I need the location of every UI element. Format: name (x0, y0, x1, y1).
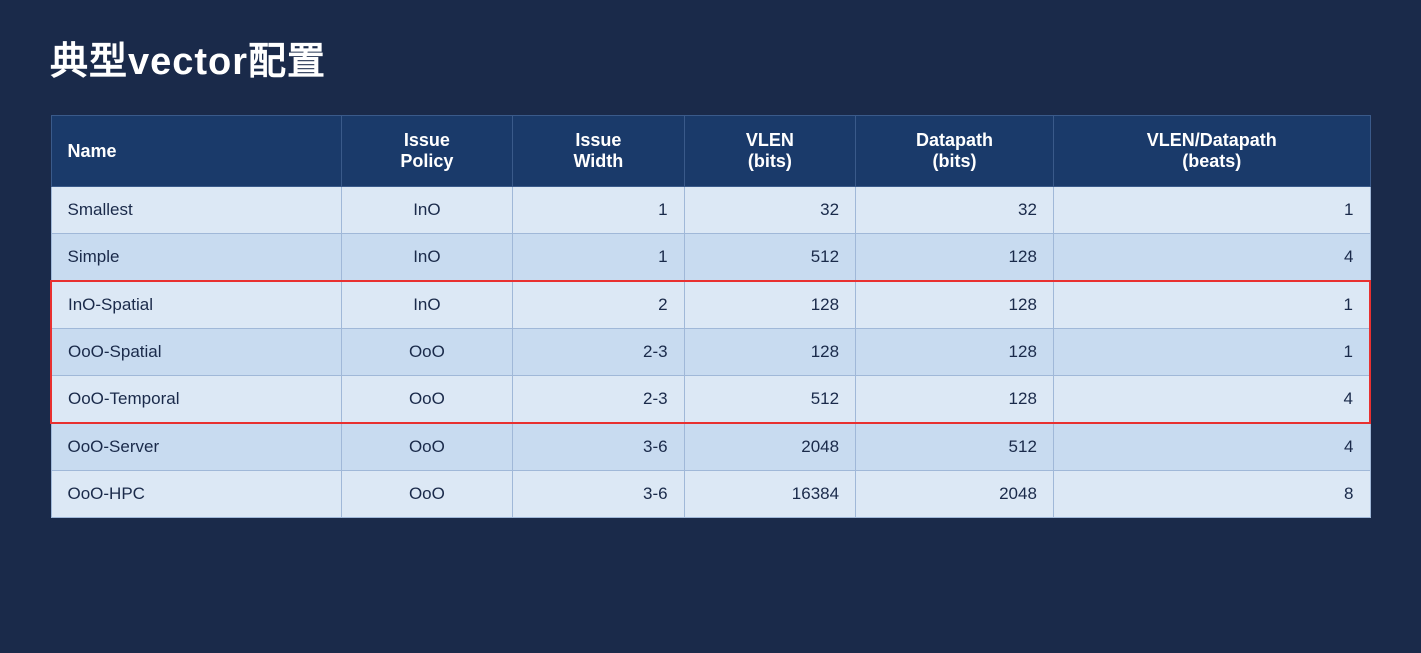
table-cell: 4 (1053, 234, 1370, 282)
table-cell: 128 (856, 281, 1054, 329)
table-cell: 1 (513, 234, 684, 282)
table-cell: OoO-Temporal (51, 376, 341, 424)
table-cell: OoO-Spatial (51, 329, 341, 376)
table-cell: Smallest (51, 187, 341, 234)
table-cell: 128 (856, 234, 1054, 282)
table-cell: InO (341, 281, 512, 329)
table-cell: 128 (856, 376, 1054, 424)
table-cell: 8 (1053, 471, 1370, 518)
table-cell: 1 (1053, 187, 1370, 234)
table-cell: 1 (1053, 281, 1370, 329)
table-row: OoO-HPCOoO3-61638420488 (51, 471, 1370, 518)
header-vlen: VLEN(bits) (684, 116, 855, 187)
table-cell: 512 (684, 234, 855, 282)
header-name: Name (51, 116, 341, 187)
table-cell: Simple (51, 234, 341, 282)
table-cell: OoO-Server (51, 423, 341, 471)
table-cell: OoO (341, 329, 512, 376)
table-cell: 3-6 (513, 471, 684, 518)
table-row: SimpleInO15121284 (51, 234, 1370, 282)
table-cell: 2-3 (513, 329, 684, 376)
table-cell: 3-6 (513, 423, 684, 471)
table-cell: 512 (856, 423, 1054, 471)
table-row: OoO-ServerOoO3-620485124 (51, 423, 1370, 471)
table-cell: 32 (684, 187, 855, 234)
table-row: SmallestInO132321 (51, 187, 1370, 234)
page-title: 典型vector配置 (50, 30, 1371, 85)
table-cell: 128 (684, 281, 855, 329)
table-cell: OoO (341, 423, 512, 471)
table-cell: 2-3 (513, 376, 684, 424)
table-cell: 512 (684, 376, 855, 424)
header-issue-policy: IssuePolicy (341, 116, 512, 187)
table-cell: 32 (856, 187, 1054, 234)
table-cell: 2 (513, 281, 684, 329)
table-cell: 2048 (684, 423, 855, 471)
table-cell: 128 (684, 329, 855, 376)
header-beats: VLEN/Datapath(beats) (1053, 116, 1370, 187)
config-table: Name IssuePolicy IssueWidth VLEN(bits) D… (50, 115, 1371, 518)
header-issue-width: IssueWidth (513, 116, 684, 187)
table-container: Name IssuePolicy IssueWidth VLEN(bits) D… (50, 115, 1371, 623)
table-cell: 1 (513, 187, 684, 234)
table-row: InO-SpatialInO21281281 (51, 281, 1370, 329)
table-cell: InO (341, 187, 512, 234)
table-cell: InO-Spatial (51, 281, 341, 329)
header-datapath: Datapath(bits) (856, 116, 1054, 187)
table-cell: OoO (341, 376, 512, 424)
table-header-row: Name IssuePolicy IssueWidth VLEN(bits) D… (51, 116, 1370, 187)
table-cell: InO (341, 234, 512, 282)
table-cell: 4 (1053, 376, 1370, 424)
table-cell: 16384 (684, 471, 855, 518)
table-row: OoO-SpatialOoO2-31281281 (51, 329, 1370, 376)
table-cell: 128 (856, 329, 1054, 376)
table-row: OoO-TemporalOoO2-35121284 (51, 376, 1370, 424)
table-cell: 4 (1053, 423, 1370, 471)
table-cell: 1 (1053, 329, 1370, 376)
table-cell: OoO (341, 471, 512, 518)
table-cell: OoO-HPC (51, 471, 341, 518)
table-cell: 2048 (856, 471, 1054, 518)
